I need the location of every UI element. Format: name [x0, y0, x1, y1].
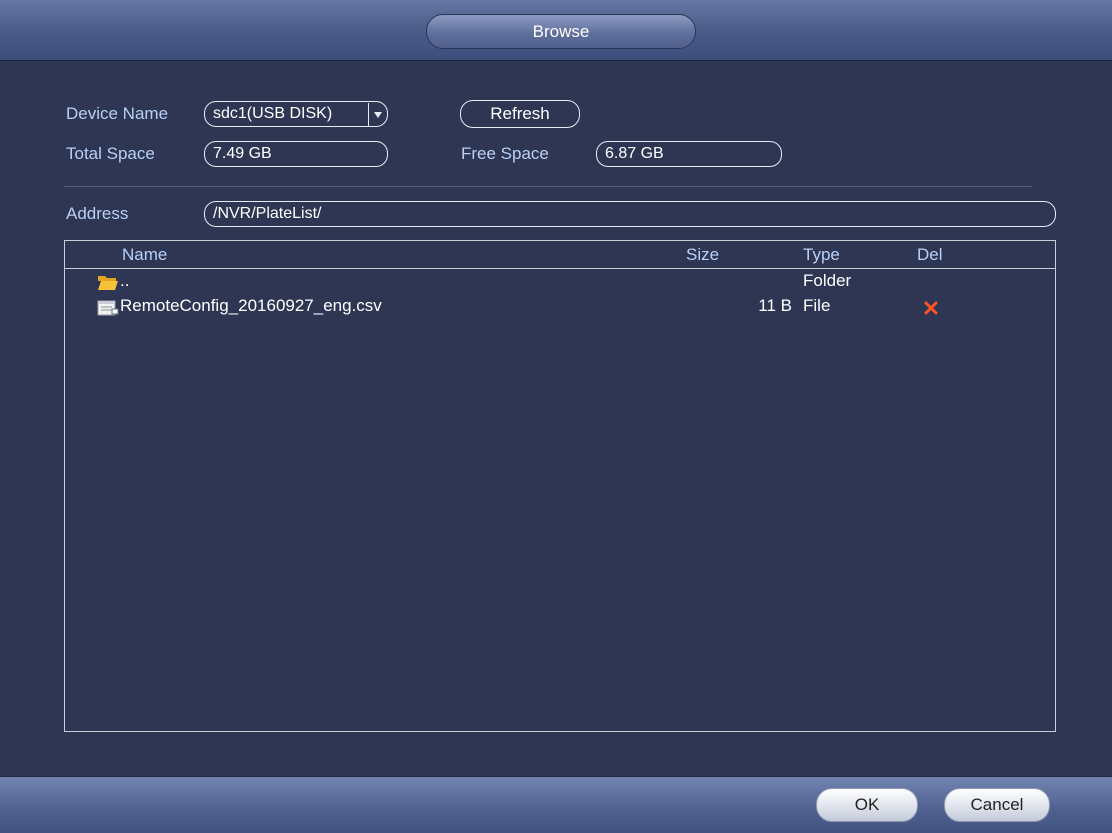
- free-space-field: 6.87 GB: [596, 141, 782, 167]
- total-space-field: 7.49 GB: [204, 141, 388, 167]
- device-name-value: sdc1(USB DISK): [213, 105, 333, 122]
- address-field[interactable]: /NVR/PlateList/: [204, 201, 1056, 227]
- device-name-select[interactable]: sdc1(USB DISK): [204, 101, 388, 127]
- folder-icon: [97, 273, 119, 296]
- device-name-label: Device Name: [66, 104, 169, 123]
- file-name: ..: [120, 271, 130, 290]
- divider: [64, 186, 1032, 187]
- file-icon: [97, 298, 119, 321]
- chevron-down-icon[interactable]: [368, 103, 387, 127]
- ok-button[interactable]: OK: [816, 788, 918, 822]
- list-item[interactable]: RemoteConfig_20160927_eng.csv 11 B File: [65, 296, 1055, 318]
- column-header-del[interactable]: Del: [917, 245, 943, 265]
- free-space-value: 6.87 GB: [605, 145, 664, 162]
- free-space-label: Free Space: [461, 144, 549, 163]
- column-header-size[interactable]: Size: [686, 245, 719, 265]
- address-value: /NVR/PlateList/: [213, 205, 322, 222]
- refresh-button[interactable]: Refresh: [460, 100, 580, 128]
- file-list[interactable]: Name Size Type Del .. Folder RemoteConfi…: [64, 240, 1056, 732]
- file-type: Folder: [803, 271, 852, 290]
- address-label: Address: [66, 204, 129, 223]
- window-title: Browse: [426, 14, 696, 49]
- file-size: 11 B: [758, 296, 792, 315]
- title-bar: Browse: [0, 0, 1112, 61]
- list-item[interactable]: .. Folder: [65, 271, 1055, 293]
- column-header-type[interactable]: Type: [803, 245, 840, 265]
- file-type: File: [803, 296, 831, 315]
- total-space-label: Total Space: [66, 144, 155, 163]
- total-space-value: 7.49 GB: [213, 145, 272, 162]
- list-header: Name Size Type Del: [65, 241, 1055, 269]
- file-name: RemoteConfig_20160927_eng.csv: [120, 296, 382, 315]
- footer-bar: OK Cancel: [0, 776, 1112, 833]
- column-header-name[interactable]: Name: [122, 245, 167, 265]
- delete-icon[interactable]: [924, 300, 938, 320]
- cancel-button[interactable]: Cancel: [944, 788, 1050, 822]
